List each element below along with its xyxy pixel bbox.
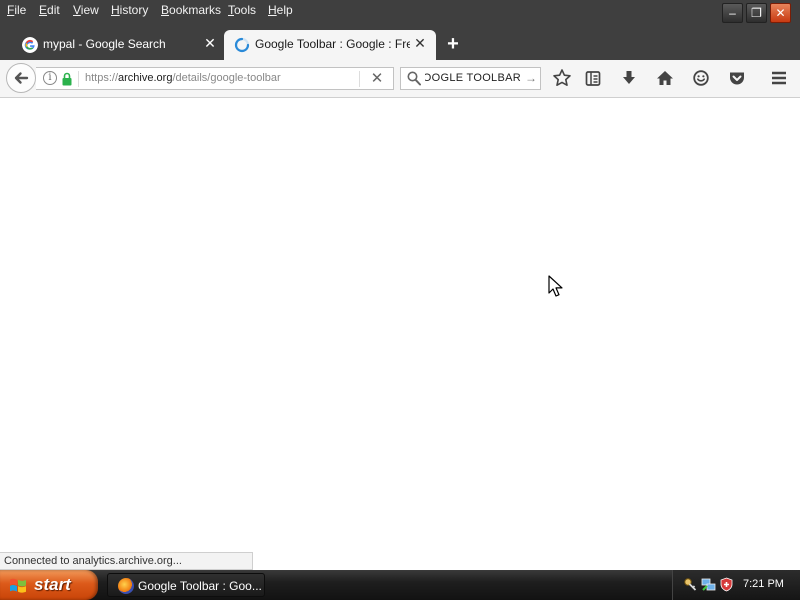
back-button[interactable] bbox=[6, 63, 36, 93]
taskbar-window-button[interactable]: Google Toolbar : Goo... bbox=[107, 573, 265, 597]
search-icon bbox=[407, 71, 421, 86]
page-content[interactable] bbox=[0, 98, 800, 570]
mouse-cursor-icon bbox=[548, 275, 563, 297]
pocket-icon[interactable] bbox=[727, 68, 747, 88]
tab-title: Google Toolbar : Google : Free... bbox=[255, 37, 410, 51]
url-bar[interactable]: i https://archive.org/details/google-too… bbox=[36, 67, 394, 90]
hamburger-menu-icon[interactable] bbox=[769, 68, 789, 88]
tab-google-toolbar[interactable]: Google Toolbar : Google : Free... ✕ bbox=[224, 30, 436, 60]
restore-button[interactable]: ❐ bbox=[746, 3, 767, 23]
system-tray: 7:21 PM bbox=[672, 570, 800, 600]
windows-logo-icon bbox=[10, 578, 26, 593]
search-go-button[interactable]: → bbox=[525, 71, 537, 86]
url-divider bbox=[78, 71, 79, 87]
search-bar[interactable]: GOOGLE TOOLBAR → bbox=[400, 67, 541, 90]
reading-list-icon[interactable] bbox=[583, 68, 603, 88]
menu-bar: File Edit View History Bookmarks Tools H… bbox=[0, 0, 720, 22]
window-controls: – ❐ ✕ bbox=[722, 3, 797, 23]
window-titlebar: File Edit View History Bookmarks Tools H… bbox=[0, 0, 800, 60]
loading-spinner-icon bbox=[234, 37, 250, 53]
firefox-icon bbox=[118, 578, 134, 594]
start-button[interactable]: start bbox=[0, 570, 98, 600]
site-info-icon[interactable]: i bbox=[43, 71, 57, 85]
close-tab-icon[interactable]: ✕ bbox=[413, 35, 427, 51]
url-text[interactable]: https://archive.org/details/google-toolb… bbox=[85, 72, 281, 84]
network-icon[interactable] bbox=[701, 577, 716, 592]
url-divider bbox=[359, 71, 360, 87]
emoji-icon[interactable] bbox=[691, 68, 711, 88]
taskbar: start Google Toolbar : Goo... 7:21 PM bbox=[0, 570, 800, 600]
menu-edit[interactable]: Edit bbox=[39, 3, 60, 17]
menu-file[interactable]: File bbox=[7, 3, 26, 17]
home-icon[interactable] bbox=[655, 68, 675, 88]
security-shield-icon[interactable] bbox=[719, 577, 734, 592]
minimize-button[interactable]: – bbox=[722, 3, 743, 23]
google-favicon-icon bbox=[22, 37, 38, 53]
back-arrow-icon bbox=[14, 72, 29, 84]
tab-title: mypal - Google Search bbox=[43, 37, 166, 51]
close-tab-icon[interactable]: ✕ bbox=[203, 35, 217, 51]
status-bar: Connected to analytics.archive.org... bbox=[0, 552, 253, 570]
stop-loading-button[interactable]: ✕ bbox=[369, 70, 385, 88]
menu-help[interactable]: Help bbox=[268, 3, 293, 17]
system-clock[interactable]: 7:21 PM bbox=[743, 578, 784, 590]
menu-bookmarks[interactable]: Bookmarks bbox=[161, 3, 221, 17]
menu-history[interactable]: History bbox=[111, 3, 148, 17]
taskbar-window-title: Google Toolbar : Goo... bbox=[138, 579, 262, 593]
menu-tools[interactable]: Tools bbox=[228, 3, 256, 17]
lock-icon[interactable] bbox=[62, 72, 72, 86]
security-keys-icon[interactable] bbox=[683, 577, 698, 592]
search-input[interactable]: GOOGLE TOOLBAR bbox=[425, 72, 521, 84]
menu-view[interactable]: View bbox=[73, 3, 99, 17]
tab-google-search[interactable]: mypal - Google Search ✕ bbox=[12, 30, 225, 60]
bookmark-star-icon[interactable] bbox=[552, 68, 572, 88]
close-window-button[interactable]: ✕ bbox=[770, 3, 791, 23]
download-icon[interactable] bbox=[619, 68, 639, 88]
new-tab-button[interactable]: + bbox=[444, 34, 462, 54]
start-label: start bbox=[34, 575, 71, 594]
navigation-toolbar: i https://archive.org/details/google-too… bbox=[0, 60, 800, 98]
